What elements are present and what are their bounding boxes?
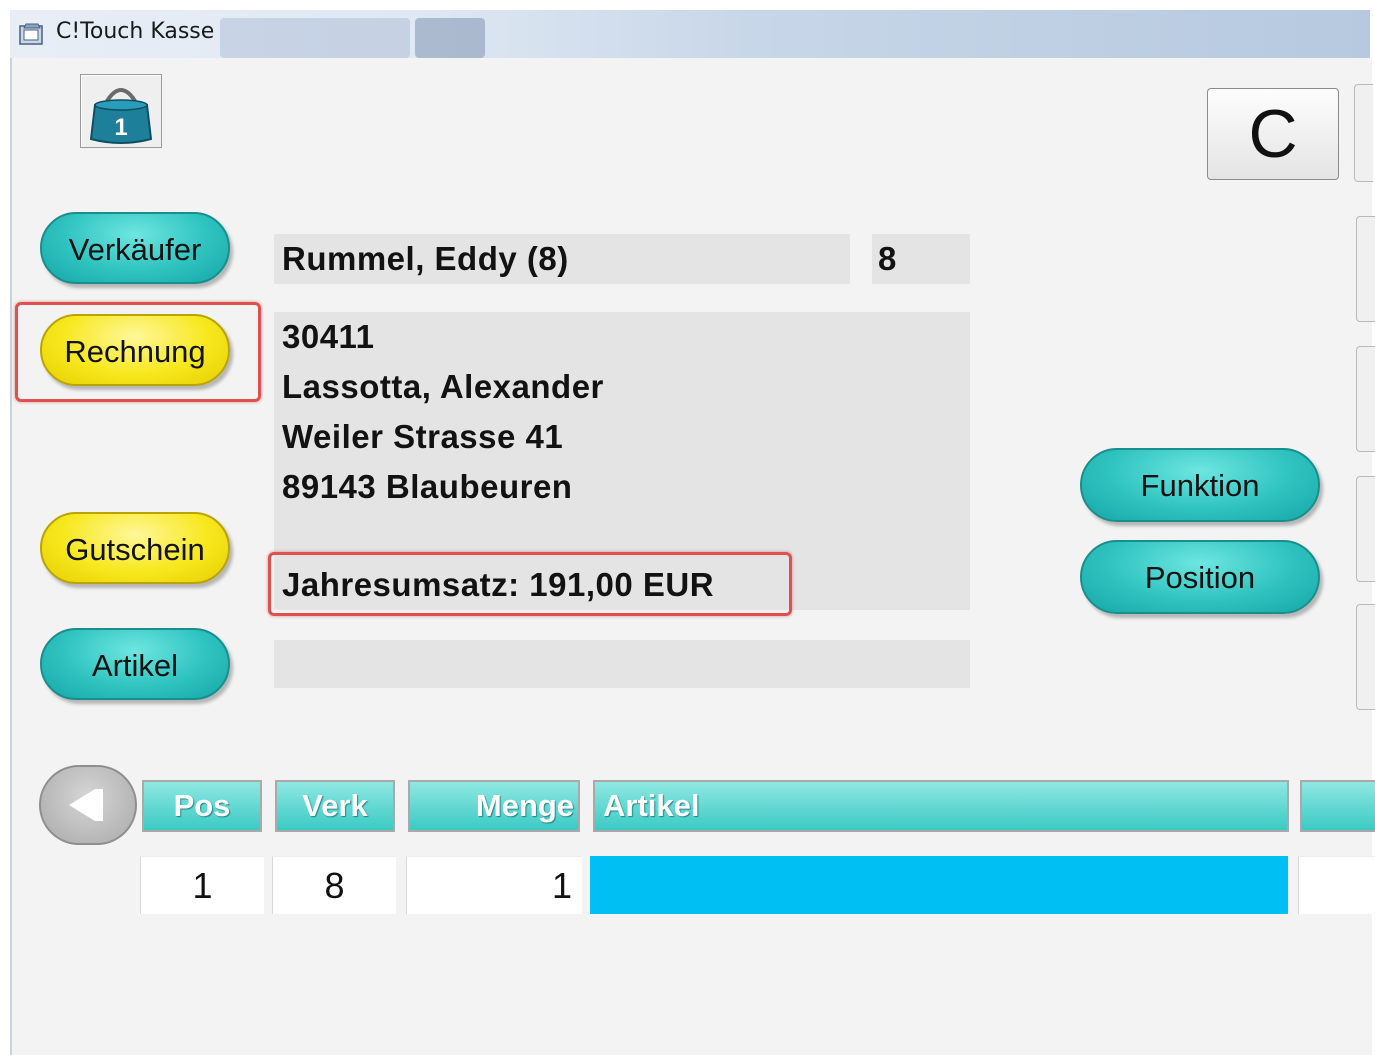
cell-more[interactable] [1298,856,1375,914]
clear-button[interactable]: C [1207,88,1339,180]
background-tab[interactable] [220,18,410,58]
right-side-button[interactable] [1356,604,1375,710]
seller-number: 8 [878,240,897,277]
invoice-button[interactable]: Rechnung [40,314,230,386]
cell-artikel-selected[interactable] [590,856,1288,914]
seller-name: Rummel, Eddy (8) [282,240,569,277]
back-arrow-icon-bar [95,789,103,821]
right-side-button[interactable] [1356,216,1375,322]
column-header-pos[interactable]: Pos [142,780,262,832]
right-side-button[interactable] [1356,346,1375,452]
right-side-button[interactable] [1356,476,1375,582]
bag-count: 1 [114,114,127,141]
customer-name: Lassotta, Alexander [282,368,604,405]
shopping-bag-icon: 1 [89,88,153,144]
column-header-more[interactable] [1300,780,1375,832]
cell-verk[interactable]: 8 [272,856,396,914]
customer-id: 30411 [282,318,375,355]
position-button[interactable]: Position [1080,540,1320,614]
main-window: 1 C Verkäufer Rechnung Gutschein Artikel… [10,58,1375,1055]
back-arrow-icon [69,789,95,821]
voucher-button[interactable]: Gutschein [40,512,230,584]
seller-button[interactable]: Verkäufer [40,212,230,284]
window-title: C!Touch Kasse [56,19,215,44]
app-icon [19,23,43,45]
right-panel-edge [1354,84,1373,182]
annual-sales: Jahresumsatz: 191,00 EUR [282,566,715,603]
background-tab[interactable] [415,18,485,58]
cell-menge[interactable]: 1 [406,856,582,914]
shopping-bag-button[interactable]: 1 [80,74,162,148]
title-bar: C!Touch Kasse [10,10,1370,59]
column-header-menge[interactable]: Menge [408,780,580,832]
article-button[interactable]: Artikel [40,628,230,700]
function-button[interactable]: Funktion [1080,448,1320,522]
cell-pos[interactable]: 1 [140,856,264,914]
column-header-artikel[interactable]: Artikel [593,780,1289,832]
back-button[interactable] [39,765,137,845]
customer-street: Weiler Strasse 41 [282,418,564,455]
info-line-field [274,640,970,688]
column-header-verk[interactable]: Verk [275,780,395,832]
customer-city: 89143 Blaubeuren [282,468,573,505]
